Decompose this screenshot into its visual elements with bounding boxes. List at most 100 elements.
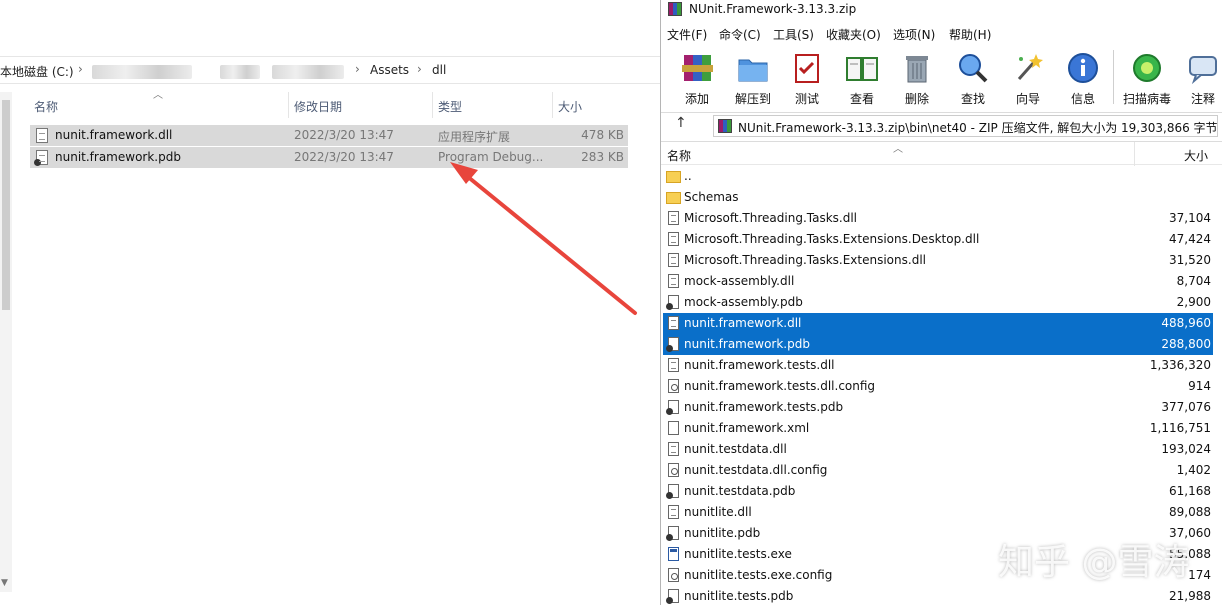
- comment-button[interactable]: 注释: [1177, 48, 1222, 106]
- menu-favorites[interactable]: 收藏夹(O): [826, 26, 881, 43]
- archive-file-row[interactable]: nunit.framework.pdb 288,800: [663, 334, 1213, 355]
- archive-file-row[interactable]: nunit.framework.tests.pdb 377,076: [663, 397, 1213, 418]
- menu-file[interactable]: 文件(F): [667, 26, 707, 43]
- column-divider[interactable]: [1134, 142, 1135, 166]
- view-button[interactable]: 查看: [836, 48, 888, 106]
- archive-path-field[interactable]: NUnit.Framework-3.13.3.zip\bin\net40 - Z…: [713, 115, 1218, 137]
- archive-file-row[interactable]: nunitlite.dll 89,088: [663, 502, 1213, 523]
- test-button[interactable]: 测试: [781, 48, 833, 106]
- archive-file-row[interactable]: nunit.testdata.dll 193,024: [663, 439, 1213, 460]
- list-header: 名称 ︿ 大小: [661, 141, 1222, 166]
- scan-virus-button[interactable]: 扫描病毒: [1121, 48, 1173, 106]
- archive-file-row[interactable]: mock-assembly.pdb 2,900: [663, 292, 1213, 313]
- menu-help[interactable]: 帮助(H): [949, 26, 991, 43]
- archive-file-row[interactable]: nunit.framework.tests.dll.config 914: [663, 376, 1213, 397]
- archive-file-row[interactable]: mock-assembly.dll 8,704: [663, 271, 1213, 292]
- column-header-size[interactable]: 大小: [558, 98, 582, 115]
- archive-file-size: 47,424: [1169, 232, 1211, 246]
- add-archive-icon: [680, 51, 714, 85]
- archive-file-name: Schemas: [684, 190, 739, 204]
- archive-file-name: nunit.framework.tests.dll.config: [684, 379, 876, 393]
- cfg-file-icon: [668, 379, 679, 393]
- delete-button[interactable]: 删除: [891, 48, 943, 106]
- archive-file-row[interactable]: nunit.framework.xml 1,116,751: [663, 418, 1213, 439]
- chevron-right-icon[interactable]: ›: [78, 62, 83, 76]
- archive-file-size: 1,402: [1176, 463, 1211, 477]
- scroll-down-icon[interactable]: ▼: [1, 578, 8, 588]
- column-header-row: 名称 修改日期 类型 大小: [18, 92, 638, 118]
- archive-file-size: 31,520: [1169, 253, 1211, 267]
- info-icon: [1066, 51, 1100, 85]
- trash-icon: [900, 51, 934, 85]
- breadcrumb-assets[interactable]: Assets: [370, 63, 409, 77]
- winrar-app-icon[interactable]: [668, 2, 682, 16]
- up-arrow-icon[interactable]: ↑: [675, 115, 687, 131]
- find-button[interactable]: 查找: [947, 48, 999, 106]
- file-row[interactable]: nunit.framework.dll 2022/3/20 13:47 应用程序…: [30, 125, 628, 146]
- extract-to-button[interactable]: 解压到: [727, 48, 779, 106]
- archive-file-row[interactable]: Schemas: [663, 187, 1213, 208]
- scrollbar-thumb[interactable]: [2, 100, 10, 310]
- info-button[interactable]: 信息: [1057, 48, 1109, 106]
- archive-file-size: 89,088: [1169, 505, 1211, 519]
- annotation-arrow: [450, 162, 637, 315]
- archive-file-row[interactable]: Microsoft.Threading.Tasks.Extensions.Des…: [663, 229, 1213, 250]
- column-header-type[interactable]: 类型: [438, 98, 462, 115]
- archive-file-row[interactable]: nunit.framework.dll 488,960: [663, 313, 1213, 334]
- breadcrumb-drive[interactable]: 本地磁盘 (C:): [0, 63, 74, 80]
- menu-options[interactable]: 选项(N): [893, 26, 935, 43]
- archive-file-name: nunit.framework.pdb: [684, 337, 810, 351]
- archive-file-row[interactable]: nunit.testdata.dll.config 1,402: [663, 460, 1213, 481]
- archive-file-name: nunit.framework.tests.pdb: [684, 400, 844, 414]
- address-bar[interactable]: 本地磁盘 (C:) › › Assets › dll: [0, 56, 660, 84]
- pdb-file-icon: [666, 526, 679, 541]
- archive-file-row[interactable]: nunit.testdata.pdb 61,168: [663, 481, 1213, 502]
- view-label: 查看: [849, 92, 874, 106]
- archive-file-size: 174: [1188, 568, 1211, 582]
- virus-scan-icon: [1130, 51, 1164, 85]
- exe-file-icon: [668, 547, 679, 561]
- column-header-modified[interactable]: 修改日期: [294, 98, 342, 115]
- archive-file-row[interactable]: nunit.framework.tests.dll 1,336,320: [663, 355, 1213, 376]
- archive-file-size: 8,704: [1176, 274, 1211, 288]
- menu-commands[interactable]: 命令(C): [719, 26, 761, 43]
- file-row[interactable]: nunit.framework.pdb 2022/3/20 13:47 Prog…: [30, 147, 628, 168]
- column-divider[interactable]: [552, 92, 553, 118]
- wizard-button[interactable]: 向导: [1002, 48, 1054, 106]
- file-modified: 2022/3/20 13:47: [294, 128, 394, 142]
- archive-file-name: Microsoft.Threading.Tasks.dll: [684, 211, 858, 225]
- archive-file-size: 488,960: [1161, 316, 1211, 330]
- archive-file-name: nunit.testdata.dll.config: [684, 463, 828, 477]
- chevron-right-icon[interactable]: ›: [355, 62, 360, 76]
- archive-file-row[interactable]: Microsoft.Threading.Tasks.dll 37,104: [663, 208, 1213, 229]
- dll-file-icon: [668, 505, 679, 519]
- column-header-name[interactable]: 名称: [667, 147, 691, 164]
- archive-file-row[interactable]: ..: [663, 166, 1213, 187]
- column-header-name[interactable]: 名称: [34, 98, 58, 115]
- add-button[interactable]: 添加: [671, 48, 723, 106]
- archive-file-size: 377,076: [1161, 400, 1211, 414]
- pdb-file-icon: [666, 295, 679, 310]
- dll-file-icon: [668, 232, 679, 246]
- dll-file-icon: [668, 211, 679, 225]
- title-bar[interactable]: NUnit.Framework-3.13.3.zip: [661, 0, 1222, 20]
- breadcrumb-dll[interactable]: dll: [432, 63, 446, 77]
- file-type: Program Debug...: [438, 150, 544, 164]
- vertical-scrollbar[interactable]: ▼: [0, 92, 12, 592]
- archive-path-text: NUnit.Framework-3.13.3.zip\bin\net40 - Z…: [738, 121, 1218, 135]
- file-explorer-window: 本地磁盘 (C:) › › Assets › dll ▼ ︿ 名称 修改日期 类…: [0, 0, 660, 605]
- watermark-text: 知乎 @雪涛: [998, 542, 1190, 583]
- xml-file-icon: [668, 421, 679, 435]
- wizard-label: 向导: [1015, 92, 1040, 106]
- file-size: 283 KB: [581, 150, 624, 164]
- chevron-right-icon[interactable]: ›: [417, 62, 422, 76]
- column-divider[interactable]: [288, 92, 289, 118]
- extract-folder-icon: [736, 51, 770, 85]
- archive-file-row[interactable]: nunitlite.tests.pdb 21,988: [663, 586, 1213, 605]
- archive-file-row[interactable]: Microsoft.Threading.Tasks.Extensions.dll…: [663, 250, 1213, 271]
- dll-file-icon: [668, 316, 679, 330]
- column-header-size[interactable]: 大小: [1184, 147, 1208, 164]
- archive-file-name: mock-assembly.pdb: [684, 295, 803, 309]
- column-divider[interactable]: [432, 92, 433, 118]
- menu-tools[interactable]: 工具(S): [773, 26, 814, 43]
